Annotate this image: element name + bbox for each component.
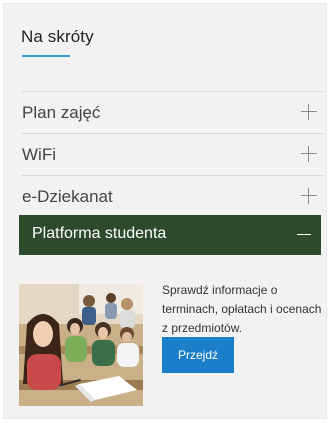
accordion-item-label: WiFi <box>22 145 56 164</box>
plus-icon <box>301 104 317 120</box>
plus-icon <box>301 188 317 204</box>
minus-icon <box>297 234 311 235</box>
accordion-item-label: e-Dziekanat <box>22 187 113 206</box>
accordion-item-wifi[interactable]: WiFi <box>22 133 323 175</box>
students-photo <box>19 284 143 406</box>
plus-icon <box>301 146 317 162</box>
go-button[interactable]: Przejdź <box>162 337 234 373</box>
platform-description: Sprawdź informacje o terminach, opłatach… <box>162 283 322 335</box>
widget-title: Na skróty <box>21 27 94 46</box>
accordion-item-plan-zajec[interactable]: Plan zajęć <box>22 91 323 133</box>
accordion-item-platforma-studenta[interactable]: Platforma studenta <box>19 215 321 255</box>
accordion-item-e-dziekanat[interactable]: e-Dziekanat <box>22 175 323 217</box>
accordion-item-label: Platforma studenta <box>32 225 167 242</box>
title-underline <box>22 55 70 57</box>
accordion-item-label: Plan zajęć <box>22 103 101 122</box>
